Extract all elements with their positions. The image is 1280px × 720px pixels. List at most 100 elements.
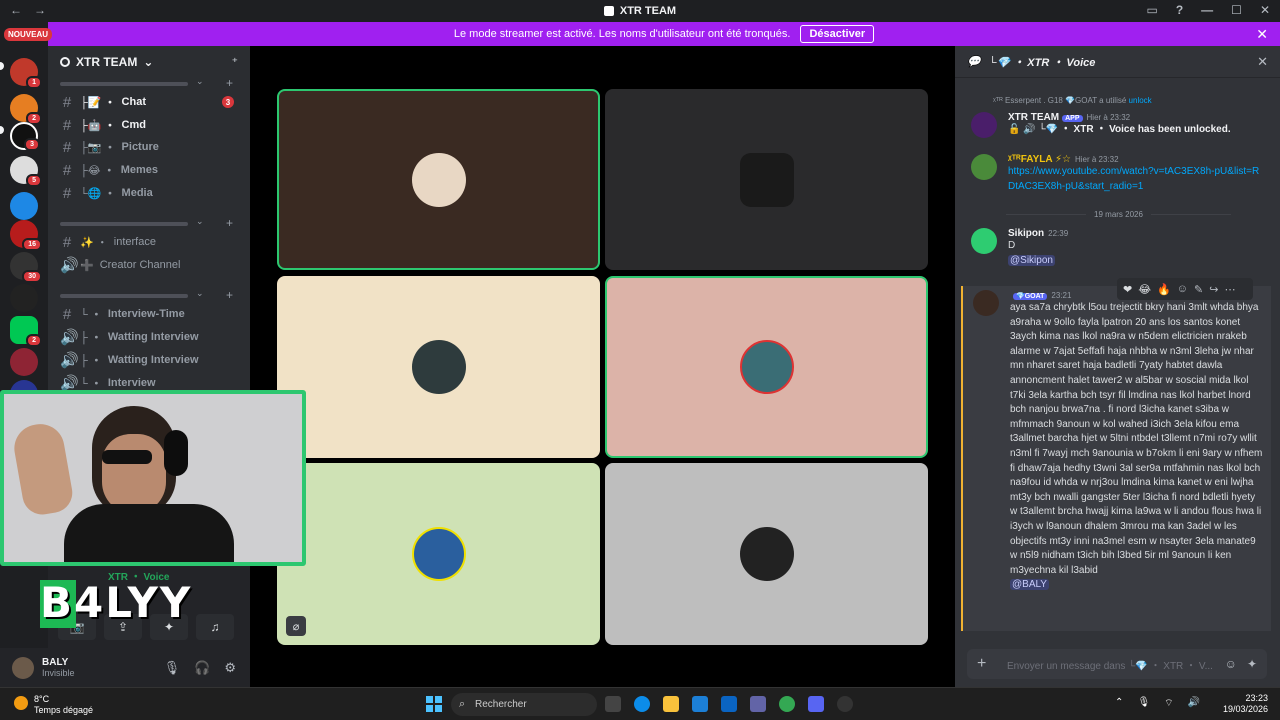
- guild-header[interactable]: XTR TEAM ⌄ ⁺: [48, 46, 250, 78]
- participant-tile[interactable]: [605, 276, 928, 458]
- server-icon[interactable]: 2: [10, 94, 42, 125]
- server-icon[interactable]: 16: [10, 220, 42, 251]
- edge-icon[interactable]: [634, 696, 650, 712]
- laugh-reaction-icon[interactable]: 😂: [1138, 283, 1151, 296]
- back-arrow-icon[interactable]: ←: [10, 3, 22, 17]
- maximize-icon[interactable]: ☐: [1231, 3, 1242, 17]
- server-icon[interactable]: 3: [10, 122, 40, 151]
- user-mention[interactable]: @Sikipon: [1008, 254, 1055, 266]
- channel-cmd[interactable]: # ├🤖 ・ Cmd: [60, 115, 244, 135]
- add-member-icon[interactable]: ⁺: [232, 55, 238, 69]
- youtube-link[interactable]: https://www.youtube.com/watch?v=tAC3EX8h…: [1008, 165, 1266, 194]
- avatar[interactable]: [971, 228, 997, 254]
- heart-reaction-icon[interactable]: ❤: [1123, 283, 1132, 296]
- fire-reaction-icon[interactable]: 🔥: [1157, 283, 1171, 296]
- wifi-icon[interactable]: ⌔: [1164, 697, 1173, 710]
- participant-tile[interactable]: [605, 89, 928, 270]
- gear-icon[interactable]: ⚙: [224, 660, 236, 676]
- tray-chevron-icon[interactable]: ⌃: [1115, 697, 1123, 710]
- more-icon[interactable]: ⋯: [1224, 283, 1235, 296]
- channel-chat[interactable]: # ├📝 ・ Chat 3: [60, 92, 244, 112]
- app-icon[interactable]: [837, 696, 853, 712]
- message-author[interactable]: XTR TEAM: [1008, 112, 1059, 123]
- message-input[interactable]: + Envoyer un message dans └💎 ・ XTR ・ V..…: [967, 649, 1267, 679]
- server-icon[interactable]: 1: [10, 58, 42, 89]
- server-icon[interactable]: [10, 348, 38, 376]
- message-text: aya sa7a chrybtk l5ou trejectit bkry han…: [1010, 302, 1263, 576]
- plus-icon[interactable]: +: [977, 655, 986, 673]
- chevron-down-icon[interactable]: ⌄: [196, 288, 204, 299]
- channel-memes[interactable]: # ├😂 ・ Memes: [60, 160, 244, 180]
- weather-widget[interactable]: 8°C Temps dégagé: [14, 694, 93, 716]
- camera-off-icon[interactable]: ⌀: [286, 616, 306, 636]
- participant-tile[interactable]: [605, 463, 928, 645]
- server-icon[interactable]: [10, 192, 38, 220]
- add-reaction-icon[interactable]: ☺: [1177, 283, 1188, 295]
- chevron-down-icon[interactable]: ⌄: [196, 76, 204, 87]
- participant-tile[interactable]: [277, 89, 600, 270]
- taskbar-search[interactable]: ⌕ Rechercher: [451, 693, 597, 716]
- mic-tray-icon[interactable]: 🎙: [1137, 697, 1150, 710]
- gift-icon[interactable]: ✦: [1247, 657, 1257, 671]
- channel-prefix: ➕: [80, 259, 94, 272]
- chat-title: └💎 ・ XTR ・ Voice: [988, 56, 1096, 69]
- microphone-icon[interactable]: 🎙: [164, 660, 181, 676]
- windows-start-icon[interactable]: [426, 696, 442, 712]
- avatar[interactable]: [973, 290, 999, 316]
- teams-icon[interactable]: [750, 696, 766, 712]
- chrome-icon[interactable]: [779, 696, 795, 712]
- channel-interview-time[interactable]: # └ ・ Interview-Time: [60, 304, 244, 324]
- close-window-icon[interactable]: ✕: [1260, 3, 1270, 17]
- clock[interactable]: 23:23 19/03/2026: [1223, 693, 1268, 715]
- close-icon[interactable]: ✕: [1257, 54, 1268, 70]
- server-icon[interactable]: 2: [10, 316, 42, 347]
- goat-tag: 💎GOAT: [1013, 293, 1048, 300]
- discord-icon[interactable]: [808, 696, 824, 712]
- add-channel-icon[interactable]: +: [226, 76, 233, 90]
- channel-interface[interactable]: # ✨ ・ interface: [60, 232, 244, 252]
- outlook-icon[interactable]: [721, 696, 737, 712]
- channel-media[interactable]: # └🌐 ・ Media: [60, 183, 244, 203]
- message-author[interactable]: Sikipon: [1008, 228, 1044, 239]
- reply-icon[interactable]: ↪: [1209, 283, 1218, 296]
- server-icon[interactable]: 30: [10, 252, 42, 283]
- headphones-icon[interactable]: 🎧: [194, 660, 210, 676]
- volume-icon[interactable]: 🔊: [1188, 697, 1200, 710]
- server-pill: [0, 126, 4, 134]
- add-channel-icon[interactable]: +: [226, 288, 233, 302]
- input-placeholder: Envoyer un message dans └💎 ・ XTR ・ V...: [1007, 660, 1213, 672]
- command-link[interactable]: unlock: [1129, 96, 1152, 105]
- chevron-down-icon[interactable]: ⌄: [196, 216, 204, 227]
- server-icon[interactable]: [10, 284, 38, 312]
- channel-watting-interview[interactable]: 🔊 ├ ・ Watting Interview: [60, 327, 244, 347]
- edit-icon[interactable]: ✎: [1194, 283, 1203, 296]
- message: Sikipon 22:39 D @Sikipon: [971, 228, 1266, 276]
- channel-watting-interview[interactable]: 🔊 ├ ・ Watting Interview: [60, 350, 244, 370]
- store-icon[interactable]: [692, 696, 708, 712]
- minimize-icon[interactable]: —: [1201, 3, 1213, 17]
- message-author[interactable]: ᵡᵀᴿFAYLA ⚡☆: [1008, 154, 1071, 165]
- emoji-icon[interactable]: ☺: [1225, 657, 1237, 671]
- message: XTR TEAM APP Hier à 23:32 🔓 🔊 └💎 ・ XTR ・ V…: [971, 112, 1266, 140]
- server-icon[interactable]: 5: [10, 156, 42, 187]
- participant-tile[interactable]: [277, 276, 600, 458]
- close-banner-icon[interactable]: ✕: [1256, 26, 1268, 43]
- avatar[interactable]: [971, 154, 997, 180]
- participant-tile[interactable]: [277, 463, 600, 645]
- task-view-icon[interactable]: [605, 696, 621, 712]
- inbox-icon[interactable]: ▭: [1146, 3, 1157, 17]
- file-explorer-icon[interactable]: [663, 696, 679, 712]
- channel-picture[interactable]: # ├📷 ・ Picture: [60, 137, 244, 157]
- user-mention[interactable]: @BALY: [1010, 579, 1049, 591]
- help-icon[interactable]: ?: [1176, 3, 1183, 17]
- avatar: [739, 152, 794, 207]
- avatar[interactable]: [971, 112, 997, 138]
- disable-streamer-button[interactable]: Désactiver: [800, 25, 875, 43]
- channel-creator[interactable]: 🔊 ➕ Creator Channel: [60, 255, 244, 275]
- channel-label: Creator Channel: [99, 259, 181, 271]
- avatar[interactable]: [12, 656, 34, 679]
- add-channel-icon[interactable]: +: [226, 216, 233, 230]
- forward-arrow-icon[interactable]: →: [34, 3, 46, 17]
- soundboard-button[interactable]: ♫: [196, 614, 234, 640]
- avatar: [411, 340, 466, 394]
